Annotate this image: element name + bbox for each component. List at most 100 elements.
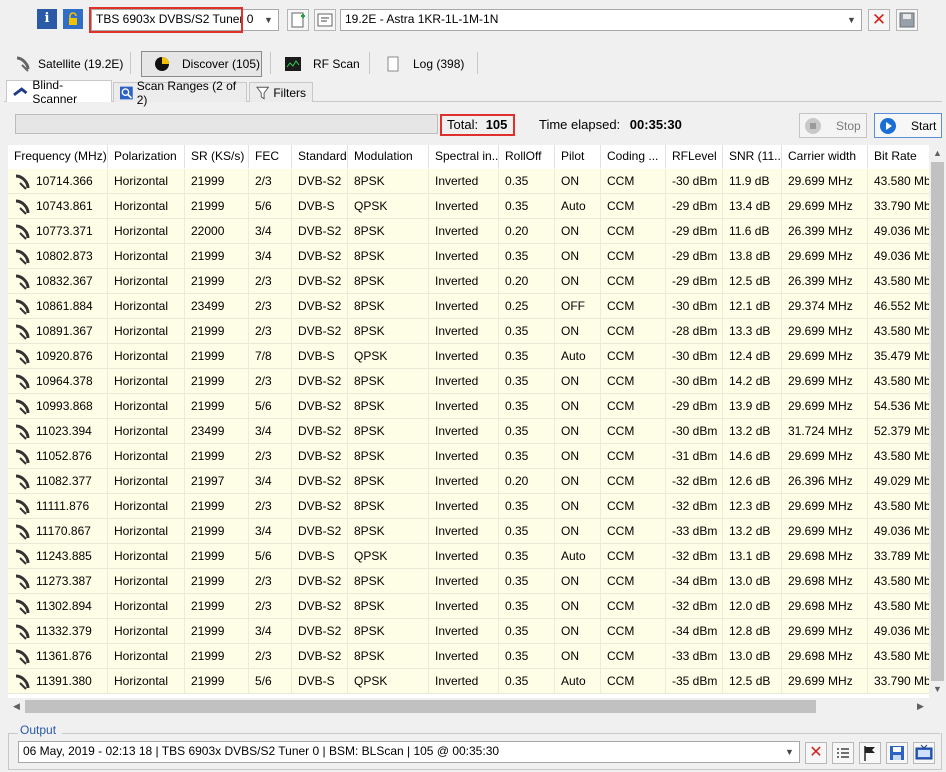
column-header-modulation[interactable]: Modulation xyxy=(348,145,429,168)
cell-spectral: Inverted xyxy=(429,419,499,443)
scroll-right-arrow[interactable]: ▶ xyxy=(912,698,929,715)
tab-filters[interactable]: Filters xyxy=(249,82,313,102)
time-elapsed-value: 00:35:30 xyxy=(629,117,682,132)
frequency-value: 10832.367 xyxy=(36,274,93,288)
table-row[interactable]: 10714.366 Horizontal 21999 2/3 DVB-S2 8PSK Inv… xyxy=(8,169,930,194)
delete-button[interactable]: ✕ xyxy=(868,9,890,31)
table-row[interactable]: 10964.378 Horizontal 21999 2/3 DVB-S2 8PSK Inv… xyxy=(8,369,930,394)
tv-button[interactable] xyxy=(913,742,935,764)
scroll-thumb[interactable] xyxy=(931,162,944,681)
cell-frequency: 10861.884 xyxy=(8,294,108,318)
list-icon xyxy=(837,748,849,758)
flag-button[interactable] xyxy=(859,742,881,764)
info-button[interactable]: i xyxy=(37,9,57,29)
cell-pilot: ON xyxy=(555,369,601,393)
horizontal-scrollbar[interactable]: ◀ ▶ xyxy=(8,698,946,715)
results-table[interactable]: Frequency (MHz) Polarization SR (KS/s) FEC S… xyxy=(8,145,930,698)
frequency-value: 11361.876 xyxy=(36,649,92,663)
cell-fec: 3/4 xyxy=(249,519,292,543)
table-row[interactable]: 10920.876 Horizontal 21999 7/8 DVB-S QPSK Inve… xyxy=(8,344,930,369)
filter-icon xyxy=(256,86,270,100)
divider xyxy=(477,52,478,74)
stop-button[interactable]: Stop xyxy=(799,113,867,138)
cell-coding: CCM xyxy=(601,594,666,618)
cell-spectral: Inverted xyxy=(429,594,499,618)
column-header-polarization[interactable]: Polarization xyxy=(108,145,185,168)
cell-snr: 12.1 dB xyxy=(723,294,782,318)
tab-blind-scanner[interactable]: Blind-Scanner xyxy=(6,78,112,106)
save-button[interactable] xyxy=(896,9,918,31)
table-row[interactable]: 10891.367 Horizontal 21999 2/3 DVB-S2 8PSK Inv… xyxy=(8,319,930,344)
satellite-dish-icon xyxy=(15,249,30,265)
table-row[interactable]: 11302.894 Horizontal 21999 2/3 DVB-S2 8PSK Inv… xyxy=(8,594,930,619)
scroll-left-arrow[interactable]: ◀ xyxy=(8,698,25,715)
table-row[interactable]: 10743.861 Horizontal 21999 5/6 DVB-S QPSK Inve… xyxy=(8,194,930,219)
column-header-snr[interactable]: SNR (11... xyxy=(723,145,782,168)
table-row[interactable]: 10802.873 Horizontal 21999 3/4 DVB-S2 8PSK Inv… xyxy=(8,244,930,269)
column-header-carrier-width[interactable]: Carrier width xyxy=(782,145,868,168)
cell-polarization: Horizontal xyxy=(108,394,185,418)
column-header-sr[interactable]: SR (KS/s) xyxy=(185,145,249,168)
table-row[interactable]: 11361.876 Horizontal 21999 2/3 DVB-S2 8PSK Inv… xyxy=(8,644,930,669)
cell-fec: 5/6 xyxy=(249,394,292,418)
column-header-bit-rate[interactable]: Bit Rate xyxy=(868,145,930,168)
scroll-down-arrow[interactable]: ▼ xyxy=(929,681,946,698)
cell-pilot: ON xyxy=(555,569,601,593)
save-icon xyxy=(890,746,904,760)
vertical-scrollbar[interactable]: ▲ ▼ xyxy=(929,145,946,698)
clear-output-button[interactable]: ✕ xyxy=(805,742,827,764)
cell-rflevel: -29 dBm xyxy=(666,394,723,418)
cell-polarization: Horizontal xyxy=(108,194,185,218)
column-header-spectral[interactable]: Spectral in... xyxy=(429,145,499,168)
cell-polarization: Horizontal xyxy=(108,469,185,493)
edit-button[interactable] xyxy=(314,9,336,31)
table-row[interactable]: 10861.884 Horizontal 23499 2/3 DVB-S2 8PSK Inv… xyxy=(8,294,930,319)
tuner-value: TBS 6903x DVBS/S2 Tuner 0 xyxy=(96,12,254,26)
table-row[interactable]: 10993.868 Horizontal 21999 5/6 DVB-S2 8PSK Inv… xyxy=(8,394,930,419)
table-row[interactable]: 11170.867 Horizontal 21999 3/4 DVB-S2 8PSK Inv… xyxy=(8,519,930,544)
column-header-frequency[interactable]: Frequency (MHz) xyxy=(8,145,108,168)
satellite-select[interactable]: 19.2E - Astra 1KR-1L-1M-1N ▼ xyxy=(340,9,862,31)
tab-rf-scan[interactable]: RF Scan xyxy=(285,51,360,77)
table-row[interactable]: 11273.387 Horizontal 21999 2/3 DVB-S2 8PSK Inv… xyxy=(8,569,930,594)
table-row[interactable]: 11332.379 Horizontal 21999 3/4 DVB-S2 8PSK Inv… xyxy=(8,619,930,644)
cell-bit-rate: 43.580 Mb xyxy=(868,319,930,343)
cell-rflevel: -35 dBm xyxy=(666,669,723,693)
tab-satellite[interactable]: Satellite (19.2E) xyxy=(14,51,126,77)
details-button[interactable] xyxy=(832,742,854,764)
table-row[interactable]: 11082.377 Horizontal 21997 3/4 DVB-S2 8PSK Inv… xyxy=(8,469,930,494)
cell-coding: CCM xyxy=(601,169,666,193)
cell-spectral: Inverted xyxy=(429,469,499,493)
table-row[interactable]: 11052.876 Horizontal 21999 2/3 DVB-S2 8PSK Inv… xyxy=(8,444,930,469)
cell-pilot: Auto xyxy=(555,544,601,568)
cell-fec: 5/6 xyxy=(249,669,292,693)
table-row[interactable]: 11391.380 Horizontal 21999 5/6 DVB-S QPSK Inve… xyxy=(8,669,930,694)
tuner-select[interactable]: TBS 6903x DVBS/S2 Tuner 0 ▼ xyxy=(91,9,279,31)
start-button[interactable]: Start xyxy=(874,113,942,138)
tab-scan-ranges[interactable]: Scan Ranges (2 of 2) xyxy=(113,79,247,107)
column-header-standard[interactable]: Standard xyxy=(292,145,348,168)
table-row[interactable]: 10773.371 Horizontal 22000 3/4 DVB-S2 8PSK Inv… xyxy=(8,219,930,244)
output-frame-top-right xyxy=(62,733,940,734)
cell-carrier-width: 29.374 MHz xyxy=(782,294,868,318)
satellite-dish-icon xyxy=(15,324,30,340)
column-header-pilot[interactable]: Pilot xyxy=(555,145,601,168)
column-header-rflevel[interactable]: RFLevel xyxy=(666,145,723,168)
table-row[interactable]: 11243.885 Horizontal 21999 5/6 DVB-S QPSK Inve… xyxy=(8,544,930,569)
save-output-button[interactable] xyxy=(886,742,908,764)
cell-sr: 21999 xyxy=(185,619,249,643)
new-button[interactable] xyxy=(287,9,309,31)
tab-discover[interactable]: Discover (105) xyxy=(141,51,262,77)
lock-button[interactable] xyxy=(63,9,83,29)
table-row[interactable]: 11111.876 Horizontal 21999 2/3 DVB-S2 8PSK Inv… xyxy=(8,494,930,519)
cell-bit-rate: 33.790 Mb xyxy=(868,194,930,218)
column-header-fec[interactable]: FEC xyxy=(249,145,292,168)
scroll-up-arrow[interactable]: ▲ xyxy=(929,145,946,162)
output-select[interactable]: 06 May, 2019 - 02:13 18 | TBS 6903x DVBS… xyxy=(18,741,800,763)
tab-log[interactable]: Log (398) xyxy=(385,51,475,77)
scroll-thumb-horizontal[interactable] xyxy=(25,700,816,713)
table-row[interactable]: 11023.394 Horizontal 23499 3/4 DVB-S2 8PSK Inv… xyxy=(8,419,930,444)
column-header-rolloff[interactable]: RollOff xyxy=(499,145,555,168)
table-row[interactable]: 10832.367 Horizontal 21999 2/3 DVB-S2 8PSK Inv… xyxy=(8,269,930,294)
column-header-coding[interactable]: Coding ... xyxy=(601,145,666,168)
